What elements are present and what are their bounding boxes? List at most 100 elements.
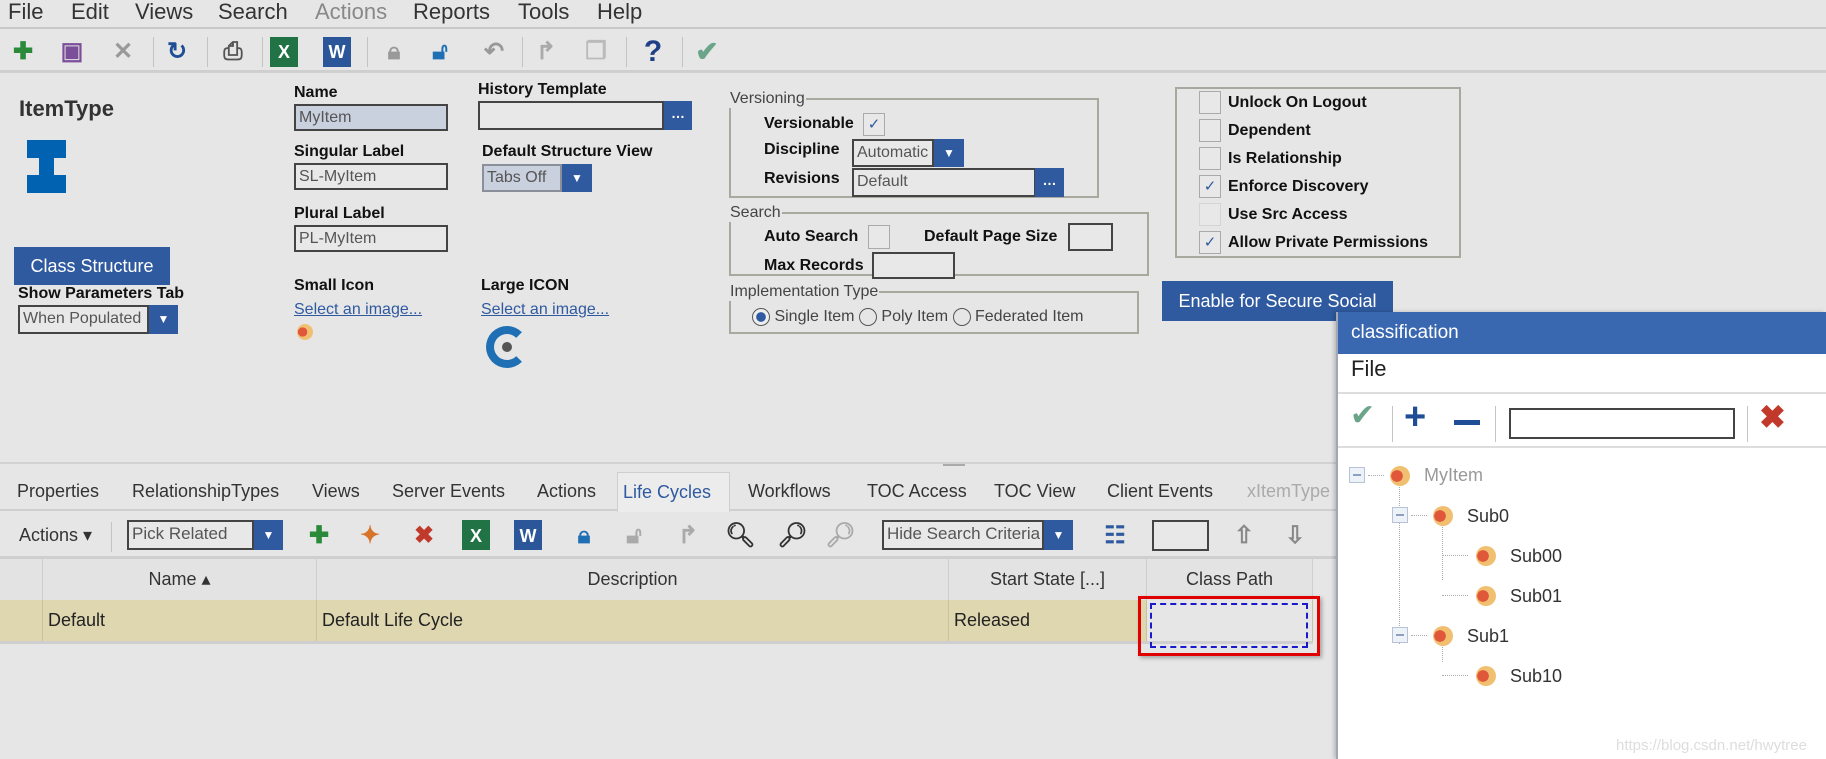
apply-icon[interactable]: ✔ [1350,398,1375,433]
tab-toc-access[interactable]: TOC Access [862,472,972,510]
column-header-description[interactable]: Description [317,559,949,600]
column-header-class-path[interactable]: Class Path [1147,559,1313,600]
menu-views[interactable]: Views [135,0,193,24]
menu-reports[interactable]: Reports [413,0,490,24]
enforce-discovery-checkbox[interactable]: ✓ [1199,175,1221,198]
tab-client-events[interactable]: Client Events [1102,472,1218,510]
tab-server-events[interactable]: Server Events [387,472,510,510]
dependent-checkbox[interactable] [1199,119,1221,142]
revisions-field[interactable]: Default [852,168,1036,197]
tab-toc-view[interactable]: TOC View [989,472,1080,510]
default-structure-view-select[interactable]: Tabs Off [482,164,562,192]
cell-description[interactable]: Default Life Cycle [317,600,949,641]
versionable-checkbox[interactable]: ✓ [863,113,885,136]
search-disabled-icon[interactable]: 🔎︎ [825,520,855,552]
refresh-icon[interactable]: ↻ [163,37,191,67]
unlock-icon[interactable]: 🔓︎ [620,520,648,552]
new-icon[interactable]: ✚ [9,37,37,67]
column-header-start-state[interactable]: Start State [...] [949,559,1147,600]
remove-icon[interactable] [1454,420,1480,425]
pick-related-select[interactable]: Pick Related [127,520,254,550]
unlock-icon[interactable]: 🔓︎ [426,37,454,67]
tab-views[interactable]: Views [307,472,365,510]
save-icon[interactable]: ▣ [58,37,86,67]
tab-actions[interactable]: Actions [532,472,601,510]
lock-icon[interactable]: 🔒︎ [380,37,408,67]
classification-search-input[interactable] [1509,408,1735,439]
splitter-handle[interactable] [943,464,965,466]
select-all-icon[interactable]: ☷ [1101,520,1129,552]
clear-search-icon[interactable]: 🔎︎ [777,520,807,552]
menu-help[interactable]: Help [597,0,642,24]
delete-icon[interactable]: ✖ [410,520,438,552]
search-criteria-select[interactable]: Hide Search Criteria [882,520,1044,550]
cell-name[interactable]: Default [43,600,317,641]
tab-properties[interactable]: Properties [12,472,104,510]
revisions-picker-button[interactable]: … [1035,168,1064,197]
print-icon[interactable]: ⎙ [219,37,247,67]
discipline-select[interactable]: Automatic [852,139,934,167]
plural-label-field[interactable]: PL-MyItem [294,225,448,252]
collapse-icon[interactable] [1392,507,1408,523]
dialog-menu-file[interactable]: File [1351,356,1386,382]
tab-life-cycles[interactable]: Life Cycles [617,472,730,512]
large-icon-select-link[interactable]: Select an image... [481,301,609,319]
word-icon[interactable]: W [323,37,351,67]
small-icon-select-link[interactable]: Select an image... [294,301,422,319]
menu-file[interactable]: File [8,0,43,24]
page-field[interactable] [1152,520,1209,551]
close-icon[interactable]: ✖ [1759,398,1786,436]
chevron-down-icon[interactable]: ▼ [934,139,964,167]
copy-icon[interactable]: ❐ [582,37,610,67]
promote-icon[interactable]: ↱ [532,37,560,67]
done-icon[interactable]: ✔ [693,37,721,67]
sort-descending-icon[interactable]: ⇩ [1281,520,1309,552]
show-parameters-tab-select[interactable]: When Populated [18,305,149,334]
tab-relationshiptypes[interactable]: RelationshipTypes [127,472,284,510]
lock-icon[interactable]: 🔒︎ [570,520,598,552]
class-path-editor[interactable] [1150,603,1308,648]
chevron-down-icon[interactable]: ▼ [254,520,283,550]
radio-poly-item[interactable]: Poly Item [858,308,948,326]
menu-tools[interactable]: Tools [518,0,569,24]
row-selector[interactable] [0,600,43,641]
new-relationship-icon[interactable]: ✚ [305,520,333,552]
history-template-picker-button[interactable]: … [664,101,692,130]
menu-actions[interactable]: Actions [315,0,387,24]
word-icon[interactable]: W [514,520,542,550]
tab-xitemtype[interactable]: xItemType [1242,472,1335,510]
name-field[interactable]: MyItem [294,104,448,131]
pick-replace-icon[interactable]: ✦ [356,520,384,552]
history-template-field[interactable] [478,101,664,130]
help-icon[interactable]: ? [639,37,667,67]
collapse-icon[interactable] [1392,627,1408,643]
allow-private-permissions-checkbox[interactable]: ✓ [1199,231,1221,254]
column-header-name[interactable]: Name ▴ [43,559,317,600]
default-page-size-field[interactable] [1068,223,1113,251]
promote-icon[interactable]: ↱ [674,520,702,552]
excel-icon[interactable]: X [270,37,298,67]
use-src-access-checkbox[interactable] [1199,203,1221,226]
add-icon[interactable]: + [1404,396,1426,439]
sort-ascending-icon[interactable]: ⇧ [1230,520,1258,552]
tab-workflows[interactable]: Workflows [743,472,836,510]
unlock-on-logout-checkbox[interactable] [1199,91,1221,114]
is-relationship-checkbox[interactable] [1199,147,1221,170]
chevron-down-icon[interactable]: ▼ [562,164,592,192]
chevron-down-icon[interactable]: ▼ [149,305,178,334]
singular-label-field[interactable]: SL-MyItem [294,163,448,190]
run-search-icon[interactable]: 🔍︎ [725,520,755,552]
max-records-field[interactable] [872,252,955,279]
class-structure-button[interactable]: Class Structure [14,247,170,285]
cell-start-state[interactable]: Released [949,600,1147,641]
menu-edit[interactable]: Edit [71,0,109,24]
grid-actions-menu[interactable]: Actions ▾ [19,525,92,546]
collapse-icon[interactable] [1349,467,1365,483]
chevron-down-icon[interactable]: ▼ [1044,520,1073,550]
radio-federated-item[interactable]: Federated Item [952,308,1084,326]
menu-search[interactable]: Search [218,0,288,24]
undo-icon[interactable]: ↶ [480,37,508,67]
auto-search-checkbox[interactable] [868,225,890,249]
excel-icon[interactable]: X [462,520,490,550]
radio-single-item[interactable]: Single Item [752,308,855,326]
